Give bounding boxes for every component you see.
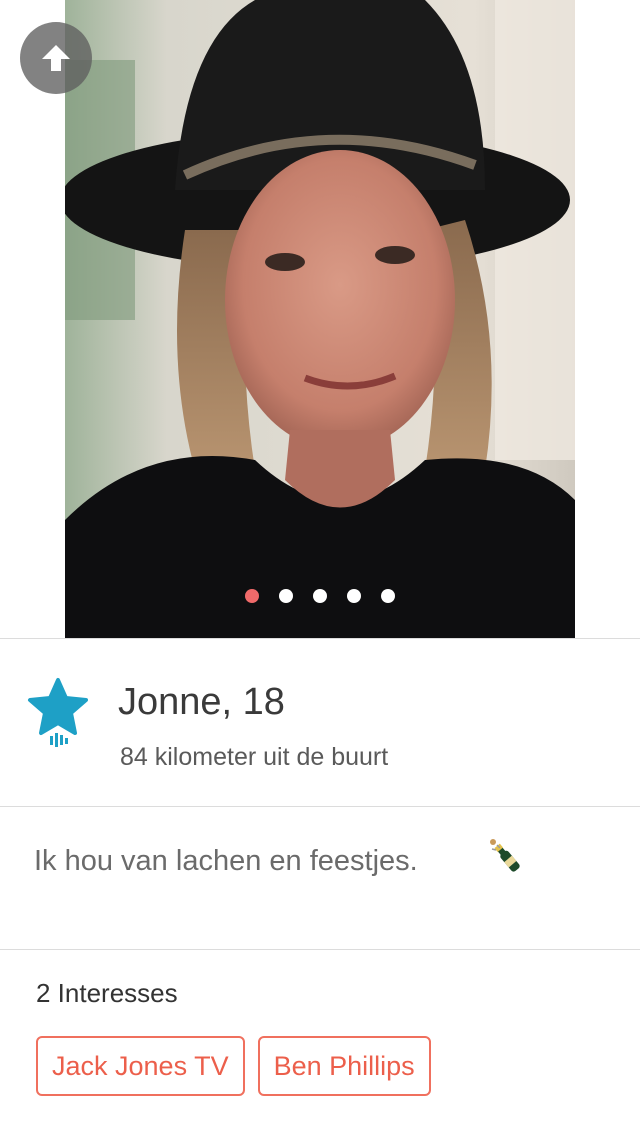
- divider: [0, 806, 640, 807]
- photo-area: [0, 0, 640, 638]
- interest-chip[interactable]: Ben Phillips: [257, 1036, 431, 1096]
- back-button[interactable]: [20, 22, 92, 94]
- photo-dot-3[interactable]: [313, 589, 327, 603]
- arrow-up-icon: [42, 45, 70, 71]
- profile-photo[interactable]: [65, 0, 575, 638]
- photo-pagination: [0, 589, 640, 603]
- bottle-with-popping-cork-icon: [484, 836, 528, 880]
- interests-title: 2 Interesses: [36, 978, 178, 1008]
- profile-age: , 18: [221, 681, 285, 723]
- profile-name: Jonne: [118, 681, 222, 723]
- star-voice-icon: [26, 676, 90, 748]
- profile-distance: 84 kilometer uit de buurt: [120, 743, 389, 771]
- photo-dot-2[interactable]: [279, 589, 293, 603]
- divider: [0, 638, 640, 639]
- interest-chip[interactable]: Jack Jones TV: [36, 1036, 245, 1096]
- photo-dot-1[interactable]: [245, 589, 259, 603]
- profile-bio: Ik hou van lachen en feestjes.: [34, 845, 418, 877]
- photo-dot-4[interactable]: [347, 589, 361, 603]
- name-age: Jonne, 18: [118, 680, 285, 724]
- divider: [0, 949, 640, 950]
- photo-dot-5[interactable]: [381, 589, 395, 603]
- photo-illustration: [65, 0, 575, 638]
- interest-chips: Jack Jones TV Ben Phillips: [36, 1036, 431, 1096]
